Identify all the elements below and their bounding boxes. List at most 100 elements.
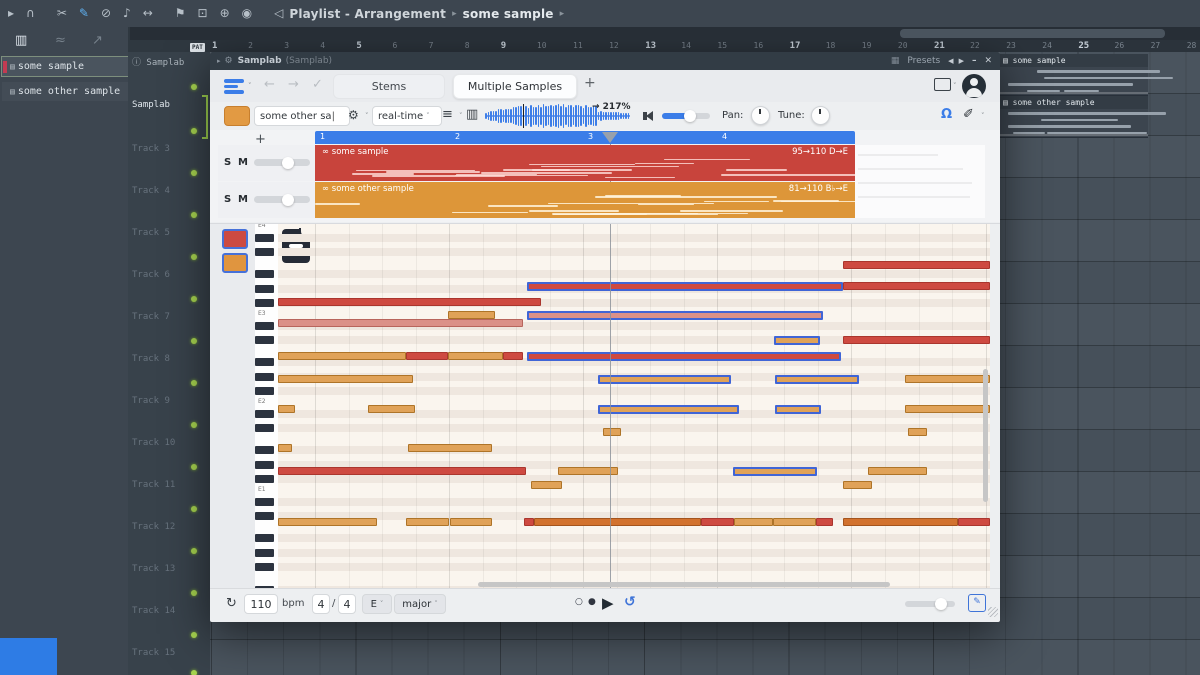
layer-swatch-orange[interactable] [222,253,248,273]
black-key[interactable] [255,373,274,381]
note[interactable] [733,467,817,476]
track-led[interactable] [191,84,197,90]
track-led[interactable] [191,380,197,386]
note[interactable] [775,375,859,384]
note[interactable] [843,261,990,269]
black-key[interactable] [255,336,274,344]
note[interactable] [958,518,990,526]
note[interactable] [524,518,534,526]
track-name[interactable]: Track 8 [132,354,170,364]
chevron-down-icon[interactable]: ˅ [953,82,957,90]
black-key[interactable] [255,270,274,278]
note[interactable] [448,311,495,319]
note[interactable] [278,467,526,475]
slide-tool-icon[interactable]: ↔ [143,0,153,27]
note-hscrollbar[interactable] [478,582,890,587]
black-key[interactable] [255,299,274,307]
volume-slider[interactable] [662,113,710,119]
track-led[interactable] [191,632,197,638]
apply-icon[interactable]: ✓ [312,77,323,92]
plugin-titlebar[interactable]: ▸ ⚙ Samplab (Samplab) ▦ Presets ◀ ▶ – ✕ [210,52,1000,70]
transport-slider[interactable] [905,601,955,607]
add-tab-button[interactable]: + [584,75,596,91]
chevron-down-icon[interactable]: ˅ [459,112,463,120]
track-name[interactable]: Track 13 [132,564,175,574]
loop-button[interactable]: ↺ [624,594,636,610]
select-tool-icon[interactable]: ⊡ [198,0,208,27]
black-key[interactable] [255,563,274,571]
note[interactable] [816,518,833,526]
track-name[interactable]: Track 10 [132,438,175,448]
note[interactable] [773,518,816,526]
tab-multiple-samples[interactable]: Multiple Samples [453,74,577,99]
zoom-tool-icon[interactable]: ⊕ [220,0,230,27]
solo-button[interactable]: S [224,194,231,205]
piano-keyboard[interactable]: E4E3E2E1 [255,224,279,589]
pan-knob[interactable] [751,106,770,125]
black-key[interactable] [255,410,274,418]
note[interactable] [448,352,503,360]
mode-select[interactable]: real-time˅ [372,106,442,126]
playhead-icon[interactable]: ▸ [8,0,14,27]
stem-clip[interactable]: ∞ some sample95→110 D→E [315,145,855,181]
stem-clip[interactable]: ∞ some other sample81→110 B♭→E [315,182,855,218]
note[interactable] [868,467,927,475]
black-key[interactable] [255,475,274,483]
track-led[interactable] [191,590,197,596]
horizontal-scrollbar[interactable] [130,27,1200,40]
note[interactable] [534,518,701,526]
black-key[interactable] [255,285,274,293]
pattern-item[interactable]: ▤some other sample [2,82,140,101]
note[interactable] [278,319,523,327]
black-key[interactable] [255,248,274,256]
track-led[interactable] [191,338,197,344]
note[interactable] [734,518,773,526]
black-key[interactable] [255,358,274,366]
scale-select[interactable]: major˅ [394,594,446,614]
pattern-item[interactable]: ▤some sample [2,57,140,76]
audio-picker-icon[interactable]: ≈ [55,33,66,48]
note[interactable] [603,428,621,436]
mute-tool-icon[interactable]: ♪ [123,0,131,27]
stem-volume-slider[interactable] [254,196,310,203]
chevron-down-icon[interactable]: ˅ [981,112,985,120]
note[interactable] [527,352,841,361]
black-key[interactable] [255,424,274,432]
note[interactable] [843,518,958,526]
breadcrumb-current[interactable]: some sample [463,7,554,21]
track-name[interactable]: Track 6 [132,270,170,280]
track-name[interactable]: Track 4 [132,186,170,196]
track-name[interactable]: Track 12 [132,522,175,532]
tab-stems[interactable]: Stems [333,74,445,99]
note[interactable] [598,405,739,414]
key-select[interactable]: E˅ [362,594,392,614]
note[interactable] [558,467,618,475]
chevron-down-icon[interactable]: ˅ [248,82,252,90]
track-name[interactable]: Track 14 [132,606,175,616]
track-led[interactable] [191,296,197,302]
note[interactable] [527,311,823,320]
track-name[interactable]: ⓘ Samplab [132,55,184,68]
track-led[interactable] [191,464,197,470]
note[interactable] [843,336,990,344]
headphones-icon[interactable]: Ω [941,107,952,122]
slider-knob[interactable] [282,194,294,206]
layer-swatch-red[interactable] [222,229,248,249]
piano-view-icon[interactable]: ▥ [466,107,478,122]
note[interactable] [905,375,990,383]
note[interactable] [406,352,448,360]
tune-knob[interactable] [811,106,830,125]
chevron-down-icon[interactable]: ˅ [365,112,369,120]
preset-next-icon[interactable]: ▶ [959,57,964,65]
edit-button[interactable]: ✎ [968,594,986,612]
track-name[interactable]: Track 5 [132,228,170,238]
list-view-icon[interactable]: ≡ [442,107,453,122]
note[interactable] [278,518,377,526]
detached-grid-icon[interactable]: ▦ [891,56,900,66]
black-key[interactable] [255,234,274,242]
note[interactable] [527,282,843,291]
track-led[interactable] [191,548,197,554]
track-led[interactable] [191,128,197,134]
arrangement-clip[interactable]: ▤ some sample [1000,54,1148,96]
note-grid[interactable] [278,224,990,589]
